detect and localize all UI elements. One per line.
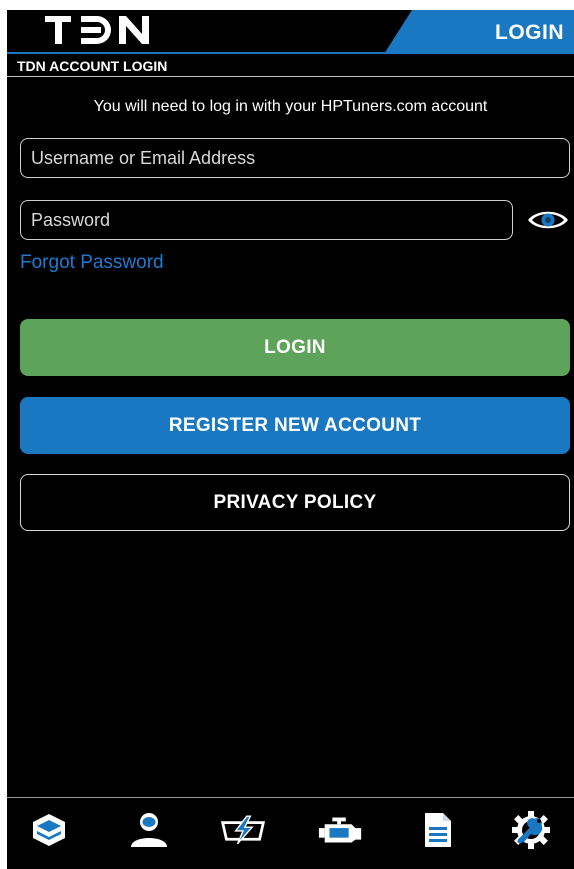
engine-icon[interactable] xyxy=(317,810,365,850)
password-field[interactable] xyxy=(20,200,513,240)
user-icon[interactable] xyxy=(125,810,173,850)
register-new-account-button[interactable]: REGISTER NEW ACCOUNT xyxy=(20,397,570,454)
login-tab[interactable]: LOGIN xyxy=(384,10,574,54)
tdn-logo xyxy=(45,16,155,51)
username-input[interactable] xyxy=(21,139,569,177)
bottom-navigation xyxy=(7,797,574,869)
login-button[interactable]: LOGIN xyxy=(20,319,570,376)
layers-icon[interactable] xyxy=(25,810,73,850)
section-title: TDN ACCOUNT LOGIN xyxy=(17,58,168,74)
app-header: LOGIN xyxy=(7,10,574,54)
settings-wrench-icon[interactable] xyxy=(507,810,555,850)
password-input[interactable] xyxy=(21,201,512,239)
section-divider xyxy=(7,76,574,77)
username-field[interactable] xyxy=(20,138,570,178)
show-password-eye-icon[interactable] xyxy=(526,206,570,234)
header-accent-line xyxy=(7,52,574,54)
document-icon[interactable] xyxy=(413,810,461,850)
forgot-password-link[interactable]: Forgot Password xyxy=(20,252,164,274)
login-info-text: You will need to log in with your HPTune… xyxy=(93,98,488,115)
login-tab-label: LOGIN xyxy=(495,21,564,44)
privacy-policy-button[interactable]: PRIVACY POLICY xyxy=(20,474,570,531)
lightning-icon[interactable] xyxy=(219,810,267,850)
app-screen: LOGIN TDN ACCOUNT LOGIN You will need to… xyxy=(7,10,574,869)
